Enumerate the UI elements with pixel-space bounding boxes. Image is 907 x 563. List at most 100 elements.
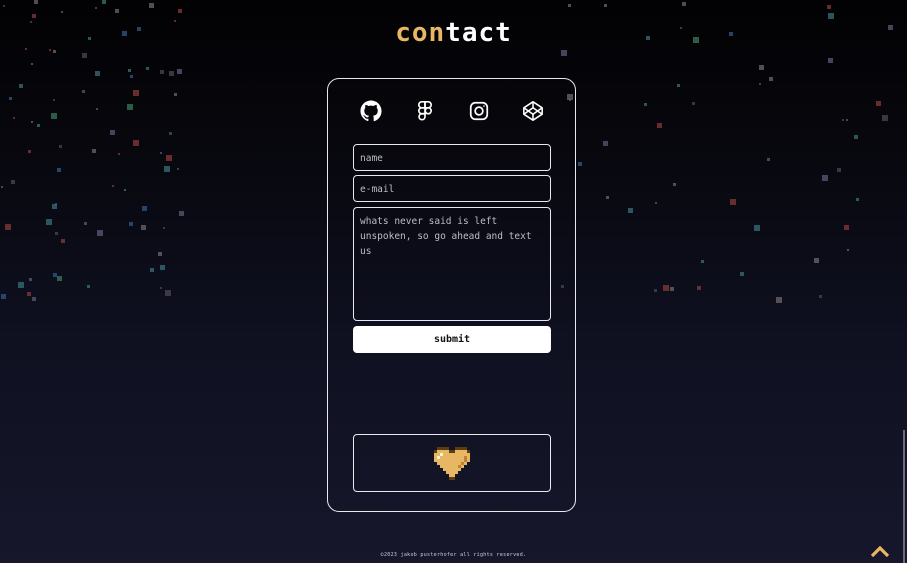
github-icon[interactable] xyxy=(359,99,383,123)
background-particle xyxy=(670,286,675,291)
background-particle xyxy=(140,225,146,231)
name-input[interactable]: name xyxy=(353,144,551,171)
background-particle xyxy=(111,184,114,187)
background-particle xyxy=(61,238,66,243)
background-particle xyxy=(95,7,98,10)
background-particle xyxy=(700,260,704,264)
background-particle xyxy=(163,227,166,230)
background-particle xyxy=(164,166,171,172)
background-particle xyxy=(96,107,99,110)
title-rest: tact xyxy=(445,18,512,48)
background-particle xyxy=(691,102,695,106)
background-particle xyxy=(126,104,133,111)
background-particle xyxy=(837,167,842,172)
background-particle xyxy=(845,118,848,121)
background-particle xyxy=(124,189,127,192)
background-particle xyxy=(160,69,165,74)
background-particle xyxy=(177,68,183,74)
background-particle xyxy=(27,291,32,296)
background-particle xyxy=(677,83,681,87)
background-particle xyxy=(644,103,648,107)
background-particle xyxy=(855,198,859,202)
codepen-icon[interactable] xyxy=(521,99,545,123)
background-particle xyxy=(10,180,15,185)
background-particle xyxy=(25,48,28,51)
background-particle xyxy=(129,75,133,79)
background-particle xyxy=(604,4,608,8)
background-particle xyxy=(82,90,86,94)
background-particle xyxy=(179,210,185,216)
background-particle xyxy=(846,249,849,252)
background-particle xyxy=(775,296,782,303)
background-particle xyxy=(165,290,172,297)
background-particle xyxy=(51,204,57,210)
background-particle xyxy=(60,11,63,14)
background-particle xyxy=(18,281,25,288)
instagram-icon[interactable] xyxy=(467,99,491,123)
background-particle xyxy=(853,134,858,139)
background-particle xyxy=(83,221,87,225)
scroll-top-button[interactable] xyxy=(870,543,890,558)
background-particle xyxy=(128,221,133,226)
background-particle xyxy=(145,66,149,70)
background-particle xyxy=(149,2,155,8)
background-particle xyxy=(52,98,55,101)
background-particle xyxy=(53,50,57,54)
background-particle xyxy=(567,4,571,8)
title-accent: con xyxy=(395,18,446,48)
background-particle xyxy=(561,50,567,57)
background-particle xyxy=(82,52,88,58)
background-particle xyxy=(1,185,4,188)
background-particle xyxy=(18,83,23,88)
background-particle xyxy=(56,168,61,173)
background-particle xyxy=(92,148,97,153)
background-particle xyxy=(602,140,608,146)
background-particle xyxy=(31,63,33,66)
background-particle xyxy=(673,182,677,186)
background-particle xyxy=(55,231,59,235)
background-particle xyxy=(842,118,845,121)
background-particle xyxy=(173,92,177,96)
background-particle xyxy=(656,123,662,129)
email-input[interactable]: e-mail xyxy=(353,175,551,202)
like-button[interactable] xyxy=(353,434,551,492)
background-particle xyxy=(628,207,634,213)
background-particle xyxy=(759,64,765,70)
background-particle xyxy=(178,8,183,13)
background-particle xyxy=(828,58,834,64)
background-particle xyxy=(2,5,5,8)
background-particle xyxy=(818,295,822,299)
chevron-up-icon xyxy=(870,545,890,558)
background-particle xyxy=(32,297,37,302)
message-textarea[interactable]: whats never said is left unspoken, so go… xyxy=(353,207,551,321)
background-particle xyxy=(95,71,101,76)
footer-copyright: ©2023 jakob pusterhofer all rights reser… xyxy=(380,552,527,558)
background-particle xyxy=(739,271,744,276)
background-particle xyxy=(12,116,15,119)
background-particle xyxy=(876,101,882,107)
page-title: contact xyxy=(0,18,907,48)
background-particle xyxy=(157,251,162,256)
scrollbar-thumb[interactable] xyxy=(903,430,905,563)
background-particle xyxy=(577,162,582,167)
background-particle xyxy=(115,8,120,13)
background-particle xyxy=(843,225,849,231)
background-particle xyxy=(753,225,760,232)
background-particle xyxy=(697,286,702,291)
background-particle xyxy=(165,154,172,161)
submit-button[interactable]: submit xyxy=(353,326,551,353)
background-particle xyxy=(159,264,165,270)
background-particle xyxy=(49,49,52,52)
background-particle xyxy=(168,132,172,136)
background-particle xyxy=(606,195,610,199)
figma-icon[interactable] xyxy=(413,99,437,123)
background-particle xyxy=(4,223,11,230)
background-particle xyxy=(128,69,132,73)
pixel-heart-icon xyxy=(434,446,470,480)
background-particle xyxy=(141,205,147,211)
background-particle xyxy=(97,229,104,236)
background-particle xyxy=(767,158,771,162)
background-particle xyxy=(109,129,115,135)
background-particle xyxy=(159,286,162,289)
background-particle xyxy=(52,272,57,277)
